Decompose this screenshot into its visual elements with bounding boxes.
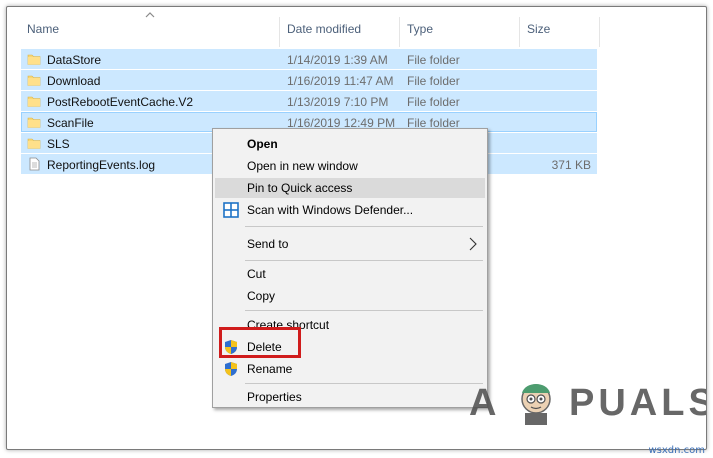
- chevron-right-icon: [469, 237, 477, 251]
- menu-item-label: Cut: [247, 267, 266, 281]
- menu-separator: [245, 260, 483, 261]
- file-row-download[interactable]: Download 1/16/2019 11:47 AM File folder: [21, 70, 597, 90]
- file-name: ReportingEvents.log: [47, 158, 156, 172]
- column-divider[interactable]: [399, 17, 400, 47]
- column-header-date-modified[interactable]: Date modified: [287, 22, 361, 36]
- file-size: 371 KB: [551, 158, 591, 172]
- column-divider[interactable]: [279, 17, 280, 47]
- menu-item-copy[interactable]: Copy: [215, 286, 485, 306]
- folder-icon: [27, 117, 41, 128]
- menu-separator: [245, 310, 483, 311]
- file-date: 1/13/2019 7:10 PM: [287, 95, 389, 109]
- menu-item-label: Open: [247, 137, 278, 151]
- menu-item-label: Scan with Windows Defender...: [247, 203, 414, 217]
- menu-item-open[interactable]: Open: [215, 134, 485, 154]
- menu-item-rename[interactable]: Rename: [215, 359, 485, 379]
- file-name: SLS: [47, 137, 70, 151]
- menu-item-cut[interactable]: Cut: [215, 264, 485, 284]
- column-header-type[interactable]: Type: [407, 22, 433, 36]
- folder-icon: [27, 96, 41, 107]
- column-divider[interactable]: [599, 17, 600, 47]
- column-divider[interactable]: [519, 17, 520, 47]
- menu-item-label: Pin to Quick access: [247, 181, 353, 195]
- file-name: PostRebootEventCache.V2: [47, 95, 194, 109]
- watermark-letter: A: [469, 382, 501, 424]
- menu-separator: [245, 226, 483, 227]
- file-date: 1/16/2019 11:47 AM: [287, 74, 394, 88]
- sort-ascending-icon: [145, 12, 155, 18]
- file-explorer-window: Name Date modified Type Size DataStore 1…: [6, 6, 707, 450]
- folder-icon: [27, 54, 41, 65]
- file-type: File folder: [407, 95, 460, 109]
- column-header-bar: Name Date modified Type Size: [7, 7, 706, 47]
- folder-icon: [27, 75, 41, 86]
- text-file-icon: [29, 157, 40, 171]
- file-name: DataStore: [47, 53, 102, 67]
- menu-item-label: Rename: [247, 362, 293, 376]
- watermark-text: PUALS: [569, 382, 707, 424]
- menu-item-properties[interactable]: Properties: [215, 387, 485, 407]
- windows-defender-icon: [223, 202, 239, 218]
- menu-item-open-new-window[interactable]: Open in new window: [215, 156, 485, 176]
- file-name: ScanFile: [47, 116, 94, 130]
- menu-item-send-to[interactable]: Send to: [215, 234, 485, 254]
- file-date: 1/14/2019 1:39 AM: [287, 53, 388, 67]
- context-menu: Open Open in new window Pin to Quick acc…: [212, 128, 488, 408]
- appuals-watermark: A PUALS: [469, 377, 707, 427]
- file-name: Download: [47, 74, 101, 88]
- column-header-size[interactable]: Size: [527, 22, 550, 36]
- menu-item-label: Open in new window: [247, 159, 358, 173]
- menu-item-label: Properties: [247, 390, 302, 404]
- source-credit: wsxdn.com: [648, 445, 705, 456]
- menu-item-label: Copy: [247, 289, 276, 303]
- menu-item-label: Send to: [247, 237, 289, 251]
- annotation-highlight-box: [219, 327, 301, 358]
- file-row-datastore[interactable]: DataStore 1/14/2019 1:39 AM File folder: [21, 49, 597, 69]
- file-type: File folder: [407, 53, 460, 67]
- folder-icon: [27, 138, 41, 149]
- mascot-logo-icon: [521, 384, 551, 425]
- menu-item-scan-defender[interactable]: Scan with Windows Defender...: [215, 200, 485, 220]
- file-row-postrebooteventcache[interactable]: PostRebootEventCache.V2 1/13/2019 7:10 P…: [21, 91, 597, 111]
- file-type: File folder: [407, 74, 460, 88]
- uac-shield-icon: [225, 362, 237, 376]
- column-header-name[interactable]: Name: [27, 22, 59, 36]
- menu-separator: [245, 383, 483, 384]
- menu-item-pin-quick-access[interactable]: Pin to Quick access: [215, 178, 485, 198]
